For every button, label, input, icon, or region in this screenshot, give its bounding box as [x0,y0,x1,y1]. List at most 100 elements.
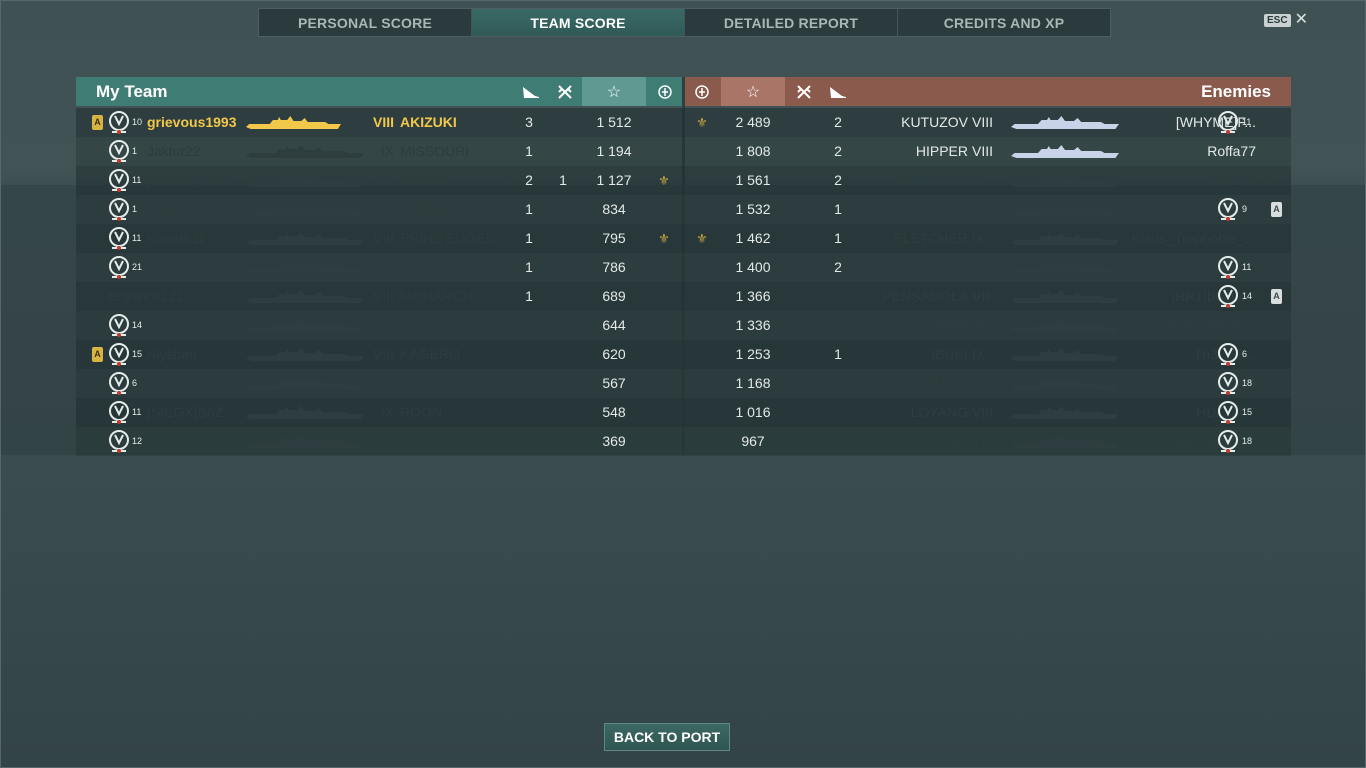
frags-count [522,398,536,427]
close-icon: ✕ [1294,11,1308,28]
player-emblem-icon [109,227,129,250]
ship-silhouette-icon [246,435,364,448]
player-emblem-icon [109,430,129,453]
service-level: 14 [1242,291,1253,301]
ship-name: FLETCHER [894,230,968,246]
frags-count: 1 [525,230,533,246]
planes-count [556,398,570,427]
ship-silhouette-icon [1011,145,1119,158]
player-emblem-icon [109,372,129,395]
ship-tier: VIII [972,433,994,449]
player-emblem-icon [109,314,129,337]
medal-icon[interactable] [686,77,718,106]
frags-count [831,369,845,398]
service-level: 1 [132,204,138,214]
ship-name: KAGERO [400,346,460,362]
planes-count [792,166,806,195]
player-emblem-icon [1218,198,1238,221]
table-row: 11 [CASO]oust... IX IZUMO 2 1 1 127 ⚜ 1 561 2 MONT… [76,166,1291,195]
player-name[interactable]: [GP]_Zamasu [1111,311,1256,340]
ship-tier: IX [380,172,394,188]
player-emblem-icon [109,198,129,221]
ship-name: AKIZUKI [400,114,457,130]
torpedo-icon[interactable] [515,77,547,106]
service-level: 15 [132,349,143,359]
base-xp-score: 1 808 [735,143,771,159]
medal-icon: ⚜ [658,173,670,188]
base-xp-score: 1 168 [735,375,771,391]
ship-tier: IX [380,404,394,420]
base-xp-score: 644 [602,317,626,333]
rank-badge: A [1271,289,1282,304]
frags-count: 2 [834,259,842,275]
base-xp-score: 786 [602,259,626,275]
enemies-header: ☆ Enemies [685,77,1291,106]
score-star-icon[interactable]: ☆ [721,77,785,106]
planes-count [556,253,570,282]
planes-count [556,137,570,166]
score-star-icon[interactable]: ☆ [582,77,646,106]
frags-count [522,311,536,340]
planes-icon[interactable] [788,77,820,106]
frags-count: 1 [525,201,533,217]
base-xp-score: 1 336 [735,317,771,333]
table-row: 12 Erikas26 IX BALTIMORE 369 967 HIPPER VIII [DE… [76,427,1291,456]
my-team-title: My Team [96,82,168,101]
planes-count [556,311,570,340]
medal-icon: ⚜ [658,231,670,246]
table-row: 1 [FRI]Fanto... X G. KURFÜRST 1 834 1 532 1 AMAG… [76,195,1291,224]
frags-count: 1 [834,346,842,362]
rank-badge: A [92,347,103,362]
frags-count: 2 [525,172,533,188]
base-xp-score: 2 489 [735,114,771,130]
player-name[interactable]: Roffa77 [1111,137,1256,166]
player-emblem-icon [109,256,129,279]
frags-count: 1 [525,143,533,159]
service-level: 6 [132,378,138,388]
frags-count [522,340,536,369]
service-level: 11 [1242,262,1252,272]
torpedo-icon[interactable] [822,77,854,106]
planes-count [556,195,570,224]
ship-tier: VIII [972,143,994,159]
esc-key-label: ESC [1264,13,1291,27]
player-name[interactable]: lee160 [1111,166,1256,195]
base-xp-score: 1 400 [735,259,771,275]
service-level: 14 [132,320,143,330]
ship-silhouette-icon [1011,232,1119,245]
ship-silhouette-icon [1011,261,1119,274]
table-row: 1 Jaktur22 IX MISSOURI 1 1 194 1 808 2 HIPPER VII… [76,137,1291,166]
ship-name: MONARCH [400,288,473,304]
tab-team-score[interactable]: TEAM SCORE [472,9,685,36]
ship-silhouette-icon [1011,290,1119,303]
base-xp-score: 834 [602,201,626,217]
player-emblem-icon [109,111,129,134]
frags-count: 1 [525,288,533,304]
tab-personal-score[interactable]: PERSONAL SCORE [259,9,472,36]
tab-credits-and-xp[interactable]: CREDITS AND XP [898,9,1110,36]
my-team-header: My Team ☆ [76,77,682,106]
ship-tier: VIII [372,288,394,304]
ship-silhouette-icon [1011,348,1119,361]
planes-icon[interactable] [549,77,581,106]
player-name[interactable]: Klaus_Trophobie_... [1111,224,1256,253]
ship-silhouette-icon [246,377,364,390]
tab-detailed-report[interactable]: DETAILED REPORT [685,9,898,36]
medal-icon[interactable] [649,77,681,106]
table-row: A 15 Alyshan VIII KAGERO 620 1 253 1 IBUKI IX Th3_… [76,340,1291,369]
ship-name: KUTUZOV [901,114,968,130]
planes-count [556,369,570,398]
ship-tier: IX [972,317,986,333]
planes-count [556,340,570,369]
ship-tier: VIII [372,114,394,130]
table-row: A 10 grievous1993 VIII AKIZUKI 3 1 512 ⚜ 2 489 2 K… [76,108,1291,137]
ship-name: HIPPER [915,143,968,159]
ship-name: PENSACOLA [882,288,968,304]
close-button[interactable]: ESC ✕ [1264,11,1308,28]
ship-silhouette-icon [1011,174,1119,187]
ship-silhouette-icon [1011,377,1119,390]
base-xp-score: 1 561 [735,172,771,188]
ship-tier: IX [972,230,986,246]
back-to-port-button[interactable]: BACK TO PORT [604,723,730,751]
ship-tier: IX [380,433,394,449]
